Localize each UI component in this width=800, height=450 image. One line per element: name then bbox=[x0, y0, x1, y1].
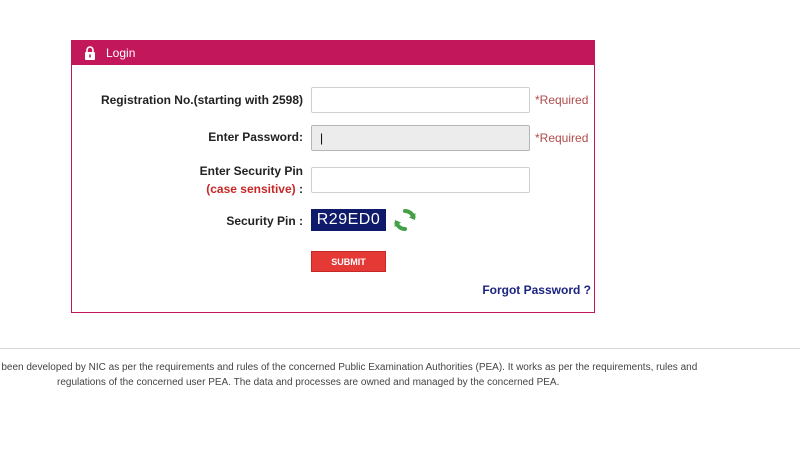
password-input[interactable] bbox=[311, 125, 530, 151]
panel-header: Login bbox=[72, 41, 594, 65]
captcha-label: Security Pin : bbox=[226, 214, 303, 228]
security-pin-label: Enter Security Pin bbox=[199, 164, 303, 178]
password-label: Enter Password: bbox=[208, 130, 303, 144]
panel-title: Login bbox=[106, 46, 136, 60]
login-panel: Login Registration No.(starting with 259… bbox=[71, 40, 595, 313]
security-pin-colon: : bbox=[295, 182, 303, 196]
footer-line-1: as been developed by NIC as per the requ… bbox=[0, 362, 698, 373]
footer-divider bbox=[0, 348, 800, 349]
security-pin-label-group: Enter Security Pin (case sensitive) : bbox=[200, 162, 303, 198]
lock-icon bbox=[84, 46, 96, 60]
registration-input[interactable] bbox=[311, 87, 530, 113]
refresh-icon[interactable] bbox=[392, 207, 418, 233]
registration-label: Registration No.(starting with 2598) bbox=[100, 93, 303, 107]
case-sensitive-note: (case sensitive) bbox=[206, 182, 296, 196]
security-pin-input[interactable] bbox=[311, 167, 530, 193]
registration-required: *Required bbox=[535, 93, 589, 107]
captcha-image: R29ED0 bbox=[311, 209, 386, 231]
password-required: *Required bbox=[535, 131, 589, 145]
page: Login Registration No.(starting with 259… bbox=[0, 0, 800, 450]
footer-line-2: regulations of the concerned user PEA. T… bbox=[57, 377, 560, 388]
submit-button[interactable]: SUBMIT bbox=[311, 251, 386, 272]
forgot-password-link[interactable]: Forgot Password ? bbox=[482, 283, 591, 297]
